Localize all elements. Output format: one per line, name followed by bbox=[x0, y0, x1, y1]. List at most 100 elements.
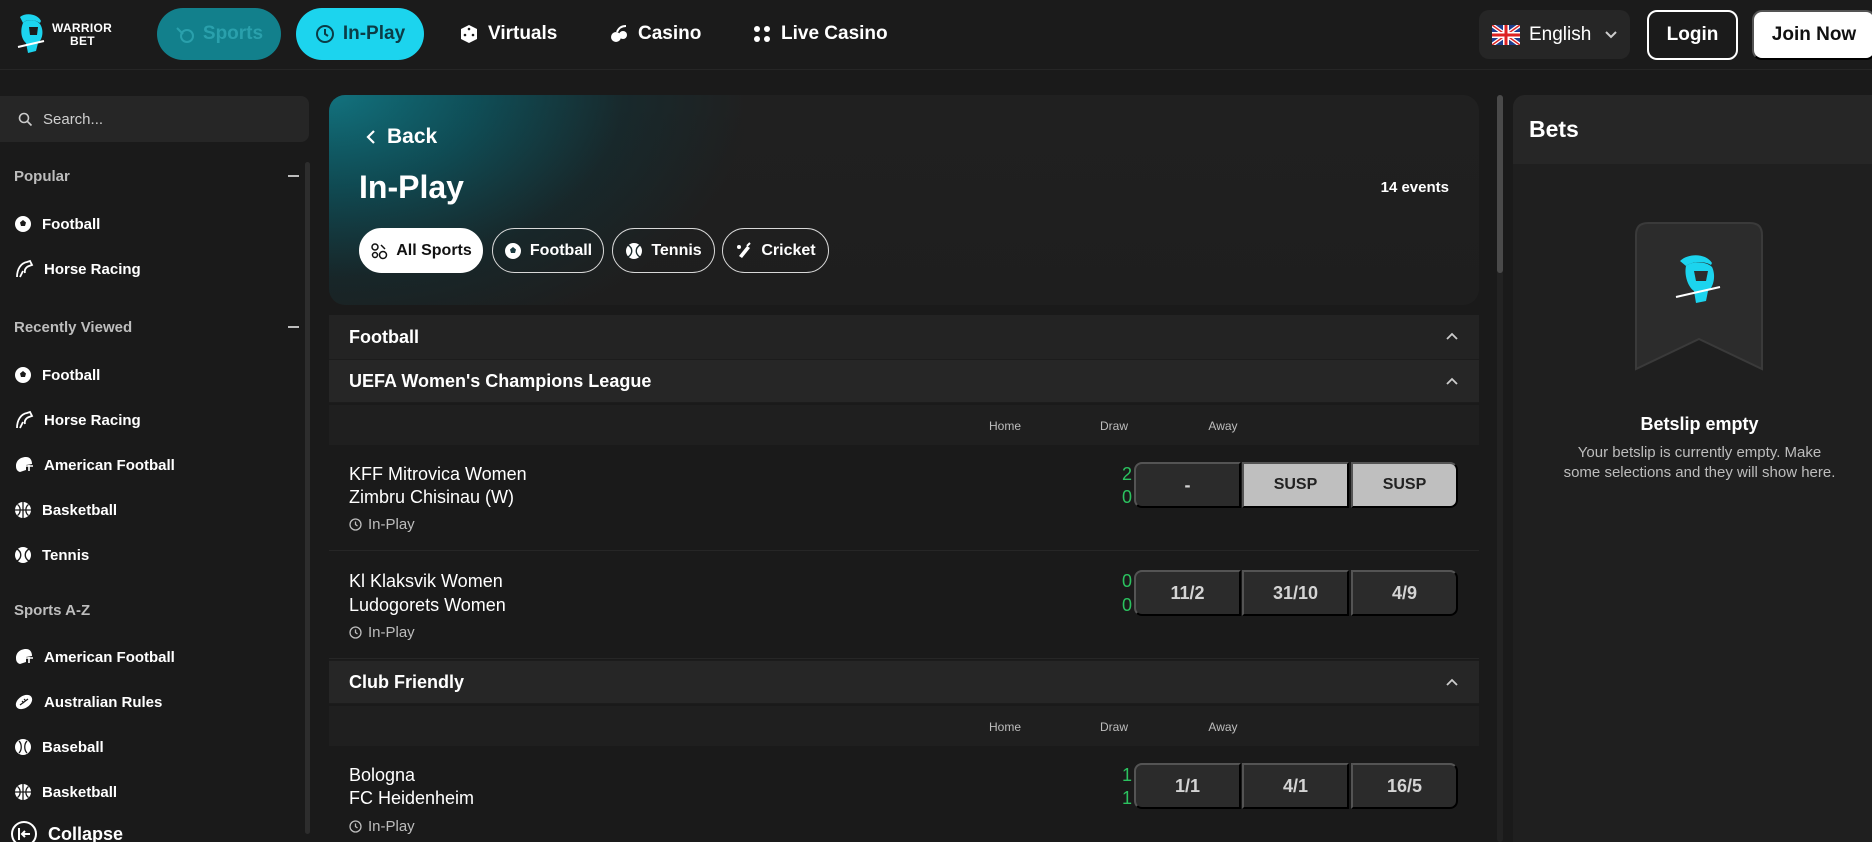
sidebar-item-label: Basketball bbox=[42, 783, 118, 801]
back-label: Back bbox=[387, 125, 438, 148]
popular-heading: Popular bbox=[14, 168, 70, 185]
odds-away-button[interactable]: SUSP bbox=[1351, 462, 1458, 508]
sidebar-item-label: Baseball bbox=[42, 738, 104, 756]
join-now-button[interactable]: Join Now bbox=[1752, 10, 1872, 60]
chip-tennis[interactable]: Tennis bbox=[612, 228, 715, 273]
sidebar-item-australian-rules[interactable]: Australian Rules bbox=[14, 692, 162, 712]
match-status-label: In-Play bbox=[368, 624, 415, 641]
odds-home-button[interactable]: 1/1 bbox=[1134, 763, 1241, 809]
betslip-title: Bets bbox=[1529, 116, 1579, 142]
score-home: 1 bbox=[1121, 765, 1132, 785]
sidebar-scrollbar[interactable] bbox=[305, 162, 310, 834]
sidebar-item-label: Basketball bbox=[42, 501, 118, 519]
basketball-icon bbox=[15, 502, 31, 518]
sidebar-item-american-football[interactable]: American Football bbox=[14, 455, 175, 475]
nav-live-casino-label: Live Casino bbox=[781, 23, 888, 44]
score-home: 2 bbox=[1121, 464, 1132, 484]
sidebar-item-football[interactable]: Football bbox=[14, 365, 100, 385]
sidebar-item-label: Horse Racing bbox=[44, 411, 141, 429]
match-row[interactable]: Bologna FC Heidenheim In-Play 1 1 1/1 4/… bbox=[329, 746, 1479, 842]
odds-draw-button[interactable]: 31/10 bbox=[1242, 570, 1349, 616]
betslip-empty-text: Your betslip is currently empty. Make so… bbox=[1563, 444, 1836, 481]
chevron-up-icon bbox=[1446, 332, 1458, 340]
basketball-icon bbox=[15, 784, 31, 800]
sport-header-football[interactable]: Football bbox=[329, 315, 1479, 359]
search-input[interactable] bbox=[43, 110, 293, 128]
nav-virtuals-label: Virtuals bbox=[488, 23, 558, 44]
sidebar: Popular Football Horse Racing Recently V… bbox=[0, 70, 316, 842]
competition-header-uefa-womens-cl[interactable]: UEFA Women's Champions League bbox=[329, 359, 1479, 403]
sidebar-item-american-football[interactable]: American Football bbox=[14, 647, 175, 667]
sidebar-item-horse-racing[interactable]: Horse Racing bbox=[14, 259, 141, 279]
chip-label: Tennis bbox=[651, 241, 702, 259]
col-home: Home bbox=[988, 419, 1021, 433]
search-box[interactable] bbox=[0, 96, 309, 142]
baseball-icon bbox=[15, 739, 31, 755]
chip-label: Football bbox=[529, 241, 593, 259]
competition-header-club-friendly[interactable]: Club Friendly bbox=[329, 660, 1479, 704]
back-button[interactable]: Back bbox=[365, 125, 437, 149]
clock-icon bbox=[315, 25, 334, 43]
sidebar-item-baseball[interactable]: Baseball bbox=[14, 737, 104, 757]
football-icon bbox=[15, 367, 31, 383]
sidebar-item-football[interactable]: Football bbox=[14, 214, 100, 234]
login-button[interactable]: Login bbox=[1647, 10, 1738, 60]
football-icon bbox=[15, 216, 31, 232]
sidebar-item-basketball[interactable]: Basketball bbox=[14, 500, 117, 520]
match-status: In-Play bbox=[349, 818, 415, 835]
recently-viewed-collapse-toggle[interactable] bbox=[288, 326, 299, 328]
sport-header-label: Football bbox=[349, 326, 419, 347]
top-bar: WARRIOR BET Sports In-Play Virtuals Casi… bbox=[0, 0, 1872, 70]
language-label: English bbox=[1529, 23, 1592, 45]
column-headers: Home Draw Away bbox=[329, 405, 1479, 445]
chip-cricket[interactable]: Cricket bbox=[722, 228, 829, 273]
australian-rules-ball-icon bbox=[15, 694, 33, 710]
match-status-label: In-Play bbox=[368, 818, 415, 835]
column-headers: Home Draw Away bbox=[329, 706, 1479, 746]
warrior-bet-logo[interactable]: WARRIOR BET bbox=[14, 11, 126, 59]
events-count: 14 events bbox=[1380, 179, 1449, 196]
collapse-sidebar-button[interactable]: Collapse bbox=[10, 820, 123, 842]
match-row[interactable]: Kl Klaksvik Women Ludogorets Women In-Pl… bbox=[329, 551, 1479, 659]
sidebar-item-label: American Football bbox=[44, 456, 175, 474]
away-team: Ludogorets Women bbox=[349, 595, 506, 615]
sidebar-item-horse-racing[interactable]: Horse Racing bbox=[14, 410, 141, 430]
horse-racing-icon bbox=[16, 410, 34, 429]
popular-collapse-toggle[interactable] bbox=[288, 175, 299, 177]
clock-icon bbox=[349, 820, 362, 833]
nav-casino[interactable]: Casino bbox=[609, 8, 701, 60]
betslip-panel: Bets Betslip empty Your betslip is curre… bbox=[1513, 95, 1872, 842]
odds-away-button[interactable]: 4/9 bbox=[1351, 570, 1458, 616]
in-play-hero: Back In-Play 14 events All Sports Footba… bbox=[329, 95, 1479, 305]
sidebar-item-label: Horse Racing bbox=[44, 260, 141, 278]
nav-virtuals[interactable]: Virtuals bbox=[459, 8, 557, 60]
chip-all-sports[interactable]: All Sports bbox=[359, 228, 483, 273]
col-home: Home bbox=[988, 720, 1021, 734]
search-icon bbox=[18, 112, 33, 126]
chip-football[interactable]: Football bbox=[492, 228, 604, 273]
score-home: 0 bbox=[1121, 571, 1132, 591]
empty-betslip-ribbon-icon bbox=[1635, 222, 1763, 371]
odds-home-button[interactable]: 11/2 bbox=[1134, 570, 1241, 616]
language-selector[interactable]: English bbox=[1479, 10, 1630, 59]
nav-live-casino[interactable]: Live Casino bbox=[752, 8, 888, 60]
odds-home-button[interactable]: - bbox=[1134, 462, 1241, 508]
nav-in-play[interactable]: In-Play bbox=[296, 8, 424, 60]
nav-sports[interactable]: Sports bbox=[157, 8, 281, 60]
odds-draw-button[interactable]: SUSP bbox=[1242, 462, 1349, 508]
american-football-helmet-icon bbox=[16, 457, 33, 472]
logo-line-2: BET bbox=[70, 34, 95, 48]
sidebar-item-tennis[interactable]: Tennis bbox=[14, 545, 89, 565]
odds-away-button[interactable]: 16/5 bbox=[1351, 763, 1458, 809]
sidebar-item-basketball[interactable]: Basketball bbox=[14, 782, 117, 802]
match-row[interactable]: KFF Mitrovica Women Zimbru Chisinau (W) … bbox=[329, 445, 1479, 551]
recently-viewed-heading: Recently Viewed bbox=[14, 319, 133, 336]
col-away: Away bbox=[1208, 720, 1238, 734]
odds-draw-button[interactable]: 4/1 bbox=[1242, 763, 1349, 809]
clock-icon bbox=[349, 626, 362, 639]
logo-line-1: WARRIOR bbox=[52, 21, 113, 35]
main-scrollbar-thumb[interactable] bbox=[1497, 95, 1503, 273]
tennis-ball-icon bbox=[626, 242, 643, 259]
match-status: In-Play bbox=[349, 624, 415, 641]
col-draw: Draw bbox=[1099, 419, 1128, 433]
